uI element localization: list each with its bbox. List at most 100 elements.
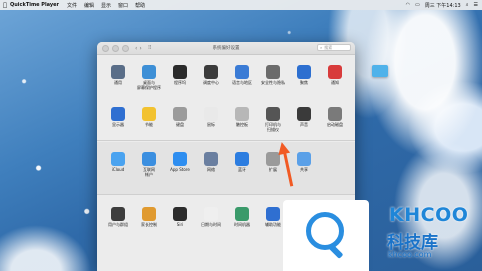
pref-pane-general[interactable]: 通用 bbox=[103, 65, 133, 86]
display-icon bbox=[111, 107, 125, 121]
speaker-icon bbox=[297, 107, 311, 121]
pref-pane-label: 网络 bbox=[207, 167, 215, 172]
pref-pane-keyboard[interactable]: 键盘 bbox=[165, 107, 195, 128]
section-personal: 通用 桌面与 屏幕保护程序 程序坞 调度中心 语言与地区 安全性与隐私 聚焦 通知显示器 节能 键… bbox=[97, 55, 355, 140]
watermark-search-badge bbox=[283, 200, 369, 271]
pref-pane-label: 用户与群组 bbox=[108, 222, 128, 227]
section-internet: iCloud 互联网 帐户 App Store 网络 蓝牙 扩展 共享 bbox=[97, 142, 355, 194]
mouse-icon bbox=[204, 107, 218, 121]
accessibility-icon bbox=[266, 207, 280, 221]
menu-item-help[interactable]: 帮助 bbox=[135, 2, 145, 9]
bluetooth-icon bbox=[235, 152, 249, 166]
pref-pane-bulb[interactable]: 节能 bbox=[134, 107, 164, 128]
pref-pane-appstore[interactable]: App Store bbox=[165, 152, 195, 173]
pref-pane-label: 蓝牙 bbox=[238, 167, 246, 172]
clock-icon bbox=[204, 207, 218, 221]
pref-pane-globe[interactable]: 语言与地区 bbox=[227, 65, 257, 86]
pref-pane-label: 聚焦 bbox=[300, 80, 308, 85]
keyboard-icon bbox=[173, 107, 187, 121]
pref-pane-spotlight[interactable]: 聚焦 bbox=[289, 65, 319, 86]
pref-pane-desktop[interactable]: 桌面与 屏幕保护程序 bbox=[134, 65, 164, 91]
battery-icon[interactable]: ▭ bbox=[415, 2, 420, 8]
pref-pane-label: App Store bbox=[170, 167, 190, 172]
pref-pane-label: 声音 bbox=[300, 122, 308, 127]
pref-pane-at[interactable]: 互联网 帐户 bbox=[134, 152, 164, 178]
mission-control-icon bbox=[204, 65, 218, 79]
trackpad-icon bbox=[235, 107, 249, 121]
pref-pane-display[interactable]: 显示器 bbox=[103, 107, 133, 128]
magnifier-icon bbox=[306, 212, 344, 250]
dock-icon bbox=[173, 65, 187, 79]
house-icon bbox=[266, 65, 280, 79]
siri-icon bbox=[173, 207, 187, 221]
disk-icon bbox=[328, 107, 342, 121]
menu-item-window[interactable]: 窗口 bbox=[118, 2, 128, 9]
spotlight-icon bbox=[297, 65, 311, 79]
at-icon bbox=[142, 152, 156, 166]
pref-pane-label: 日期与时间 bbox=[201, 222, 221, 227]
menu-item-view[interactable]: 显示 bbox=[101, 2, 111, 9]
pref-pane-dock[interactable]: 程序坞 bbox=[165, 65, 195, 86]
pref-pane-bluetooth[interactable]: 蓝牙 bbox=[227, 152, 257, 173]
pref-pane-house[interactable]: 安全性与隐私 bbox=[258, 65, 288, 86]
menu-clock[interactable]: 周三 下午14:13 bbox=[425, 2, 461, 9]
pref-pane-label: 打印机与 扫描仪 bbox=[265, 122, 281, 132]
pref-pane-label: 家长控制 bbox=[141, 222, 157, 227]
menu-item-edit[interactable]: 编辑 bbox=[84, 2, 94, 9]
network-icon bbox=[204, 152, 218, 166]
pref-pane-label: 互联网 帐户 bbox=[143, 167, 155, 177]
notification-center-icon[interactable]: ☰ bbox=[474, 2, 478, 8]
pref-pane-label: 通知 bbox=[331, 80, 339, 85]
watermark-brand: KHCOO bbox=[389, 204, 469, 226]
pref-pane-time-machine[interactable]: 时间机器 bbox=[227, 207, 257, 228]
bulb-icon bbox=[142, 107, 156, 121]
search-placeholder: 搜索 bbox=[324, 44, 333, 50]
pref-pane-trackpad[interactable]: 触控板 bbox=[227, 107, 257, 128]
pref-pane-printer[interactable]: 打印机与 扫描仪 bbox=[258, 107, 288, 133]
pref-pane-notifications[interactable]: 通知 bbox=[320, 65, 350, 86]
menu-app-name[interactable]: QuickTime Player bbox=[10, 2, 59, 8]
general-icon bbox=[111, 65, 125, 79]
pref-pane-label: 键盘 bbox=[176, 122, 184, 127]
pref-pane-label: 调度中心 bbox=[203, 80, 219, 85]
pref-pane-disk[interactable]: 启动磁盘 bbox=[320, 107, 350, 128]
pref-pane-siri[interactable]: Siri bbox=[165, 207, 195, 228]
globe-icon bbox=[235, 65, 249, 79]
pref-pane-label: 启动磁盘 bbox=[327, 122, 343, 127]
pref-pane-label: 安全性与隐私 bbox=[261, 80, 285, 85]
pref-pane-label: 程序坞 bbox=[174, 80, 186, 85]
pref-pane-label: 时间机器 bbox=[234, 222, 250, 227]
pref-pane-network[interactable]: 网络 bbox=[196, 152, 226, 173]
wifi-icon[interactable]: ◠ bbox=[406, 2, 410, 8]
pref-pane-sharing[interactable]: 共享 bbox=[289, 152, 319, 173]
icloud-icon bbox=[111, 152, 125, 166]
menu-item-file[interactable]: 文件 bbox=[67, 2, 77, 9]
pref-pane-label: 共享 bbox=[300, 167, 308, 172]
spotlight-menu-icon[interactable]: ⌕ bbox=[466, 2, 469, 8]
pref-pane-parental[interactable]: 家长控制 bbox=[134, 207, 164, 228]
pref-pane-label: 通用 bbox=[114, 80, 122, 85]
desktop-folder-icon[interactable] bbox=[372, 65, 388, 77]
pref-pane-clock[interactable]: 日期与时间 bbox=[196, 207, 226, 228]
pref-pane-mission-control[interactable]: 调度中心 bbox=[196, 65, 226, 86]
pref-pane-mouse[interactable]: 鼠标 bbox=[196, 107, 226, 128]
search-field[interactable]: ⌕ 搜索 bbox=[317, 44, 351, 51]
pref-pane-label: iCloud bbox=[111, 167, 125, 172]
pref-pane-users[interactable]: 用户与群组 bbox=[103, 207, 133, 228]
pref-pane-label: Siri bbox=[176, 222, 184, 227]
pref-pane-label: 触控板 bbox=[236, 122, 248, 127]
section-divider bbox=[97, 140, 355, 141]
notifications-icon bbox=[328, 65, 342, 79]
parental-icon bbox=[142, 207, 156, 221]
pref-pane-label: 节能 bbox=[145, 122, 153, 127]
apple-menu-icon[interactable]:  bbox=[0, 2, 10, 9]
annotation-arrow-head bbox=[275, 140, 291, 156]
pref-pane-label: 桌面与 屏幕保护程序 bbox=[137, 80, 161, 90]
window-titlebar: ‹ › ⠿ 系统偏好设置 ⌕ 搜索 bbox=[97, 42, 355, 55]
pref-pane-label: 语言与地区 bbox=[232, 80, 252, 85]
pref-pane-speaker[interactable]: 声音 bbox=[289, 107, 319, 128]
pref-pane-icloud[interactable]: iCloud bbox=[103, 152, 133, 173]
watermark-logo: KHCOO 科技库 khcoo.com bbox=[383, 200, 482, 271]
desktop-icon bbox=[142, 65, 156, 79]
menu-bar:  QuickTime Player 文件 编辑 显示 窗口 帮助 ◠ ▭ 周三… bbox=[0, 0, 482, 10]
